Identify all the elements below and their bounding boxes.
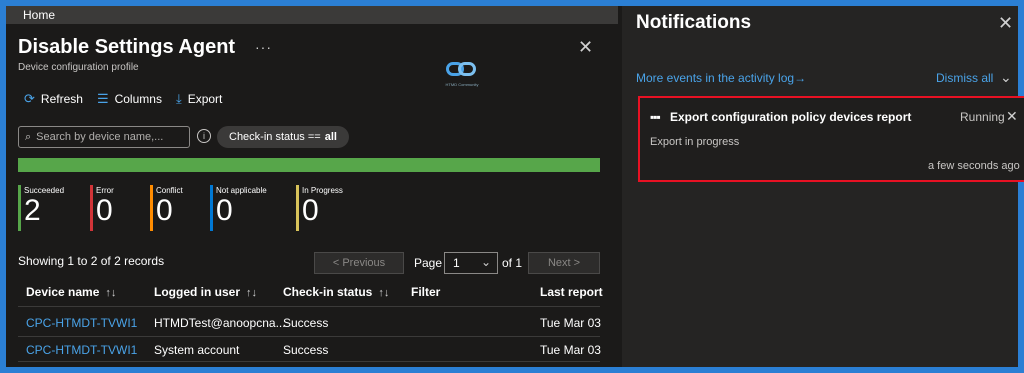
notification-card[interactable]: ▪▪▪ Export configuration policy devices … — [638, 96, 1024, 182]
status-progress-bar — [18, 158, 600, 172]
notification-title: Export configuration policy devices repo… — [670, 110, 912, 124]
close-icon[interactable]: ✕ — [1006, 108, 1018, 125]
progress-fill-succeeded — [18, 158, 600, 172]
device-name-link[interactable]: CPC-HTMDT-TVWI1 — [26, 343, 137, 357]
sort-icon: ↑↓ — [378, 287, 390, 299]
close-icon[interactable]: ✕ — [578, 37, 593, 58]
records-count: Showing 1 to 2 of 2 records — [18, 254, 165, 268]
column-header-last-report[interactable]: Last report — [540, 285, 603, 299]
stat-color-bar — [296, 185, 299, 231]
stat-color-bar — [210, 185, 213, 231]
search-input[interactable]: ⌕ Search by device name,... — [18, 126, 190, 148]
search-placeholder: Search by device name,... — [36, 131, 164, 143]
refresh-label: Refresh — [40, 92, 83, 106]
sort-icon: ↑↓ — [246, 287, 258, 299]
page-label: Page — [414, 256, 443, 270]
check-in-status-cell: Success — [283, 343, 329, 357]
community-logo: HTMD Community — [442, 58, 482, 92]
page-title: Disable Settings Agent — [18, 36, 236, 58]
logo-ring-right — [458, 62, 476, 76]
column-header-filter[interactable]: Filter — [411, 285, 440, 299]
logged-in-user-cell: HTMDTest@anoopcna... — [154, 316, 286, 330]
stat-not-applicable: Not applicable 0 — [210, 185, 267, 231]
logo-caption: HTMD Community — [445, 82, 479, 87]
breadcrumb-home-link[interactable]: Home — [23, 8, 55, 22]
close-icon[interactable]: ✕ — [998, 13, 1013, 34]
chevron-down-icon[interactable]: ⌄ — [1000, 69, 1012, 86]
row-divider — [18, 361, 600, 362]
dismiss-all-button[interactable]: Dismiss all — [936, 71, 993, 85]
download-icon: ⤓ — [175, 91, 182, 106]
columns-button[interactable]: ☰ Columns — [97, 91, 162, 107]
column-header-label: Check-in status — [283, 285, 373, 299]
row-divider — [18, 336, 600, 337]
search-icon: ⌕ — [25, 130, 32, 143]
notification-status: Running — [960, 110, 1005, 124]
column-header-device[interactable]: Device name ↑↓ — [26, 285, 116, 299]
stat-value: 0 — [302, 194, 319, 227]
notifications-title: Notifications — [636, 12, 752, 33]
stat-value: 0 — [96, 194, 113, 227]
page-subtitle: Device configuration profile — [18, 62, 139, 73]
stat-value: 0 — [156, 194, 173, 227]
stat-conflict: Conflict 0 — [150, 185, 183, 231]
in-progress-icon: ▪▪▪ — [650, 110, 661, 124]
refresh-button[interactable]: ⟳ Refresh — [24, 91, 83, 107]
logged-in-user-cell: System account — [154, 343, 240, 357]
chevron-down-icon: ⌄ — [480, 255, 491, 269]
notifications-panel: Notifications ✕ More events in the activ… — [622, 6, 1024, 367]
export-label: Export — [187, 92, 223, 106]
columns-icon: ☰ — [96, 91, 109, 106]
column-header-label: Last report — [540, 285, 603, 299]
column-header-label: Device name — [26, 285, 100, 299]
check-in-status-filter[interactable]: Check-in status == all — [217, 126, 349, 148]
stat-color-bar — [18, 185, 21, 231]
export-button[interactable]: ⤓ Export — [176, 91, 222, 107]
info-icon[interactable]: i — [197, 129, 211, 143]
device-name-link[interactable]: CPC-HTMDT-TVWI1 — [26, 316, 137, 330]
column-header-user[interactable]: Logged in user ↑↓ — [154, 285, 257, 299]
page-select[interactable]: 1 ⌄ — [444, 252, 498, 274]
stat-color-bar — [150, 185, 153, 231]
stat-value: 0 — [216, 194, 233, 227]
breadcrumb: Home — [6, 6, 618, 24]
refresh-icon: ⟳ — [24, 91, 35, 106]
page-count: of 1 — [502, 256, 523, 270]
activity-log-link[interactable]: More events in the activity log→ — [636, 71, 806, 85]
more-options-icon[interactable]: ··· — [255, 39, 272, 55]
last-report-cell: Tue Mar 03 — [540, 343, 601, 357]
notification-message: Export in progress — [650, 136, 740, 148]
stat-succeeded: Succeeded 2 — [18, 185, 64, 231]
column-header-label: Logged in user — [154, 285, 241, 299]
device-status-blade: Home Disable Settings Agent ··· ✕ Device… — [6, 6, 618, 367]
check-in-status-cell: Success — [283, 316, 329, 330]
stat-in-progress: In Progress 0 — [296, 185, 343, 231]
column-header-label: Filter — [411, 285, 441, 299]
column-header-status[interactable]: Check-in status ↑↓ — [283, 285, 389, 299]
previous-page-button[interactable]: < Previous — [314, 252, 404, 274]
table-header-divider — [18, 306, 600, 307]
notification-timestamp: a few seconds ago — [928, 160, 1020, 172]
sort-icon: ↑↓ — [105, 287, 117, 299]
filter-value: all — [324, 131, 337, 143]
page-select-value: 1 — [453, 256, 460, 270]
command-bar: ⟳ Refresh ☰ Columns ⤓ Export — [24, 90, 222, 108]
stat-error: Error 0 — [90, 185, 114, 231]
next-page-button[interactable]: Next > — [528, 252, 600, 274]
stat-value: 2 — [24, 194, 41, 227]
stat-color-bar — [90, 185, 93, 231]
last-report-cell: Tue Mar 03 — [540, 316, 601, 330]
columns-label: Columns — [114, 92, 162, 106]
app-frame: Home Disable Settings Agent ··· ✕ Device… — [6, 6, 1024, 367]
filter-prefix: Check-in status == — [229, 131, 321, 143]
